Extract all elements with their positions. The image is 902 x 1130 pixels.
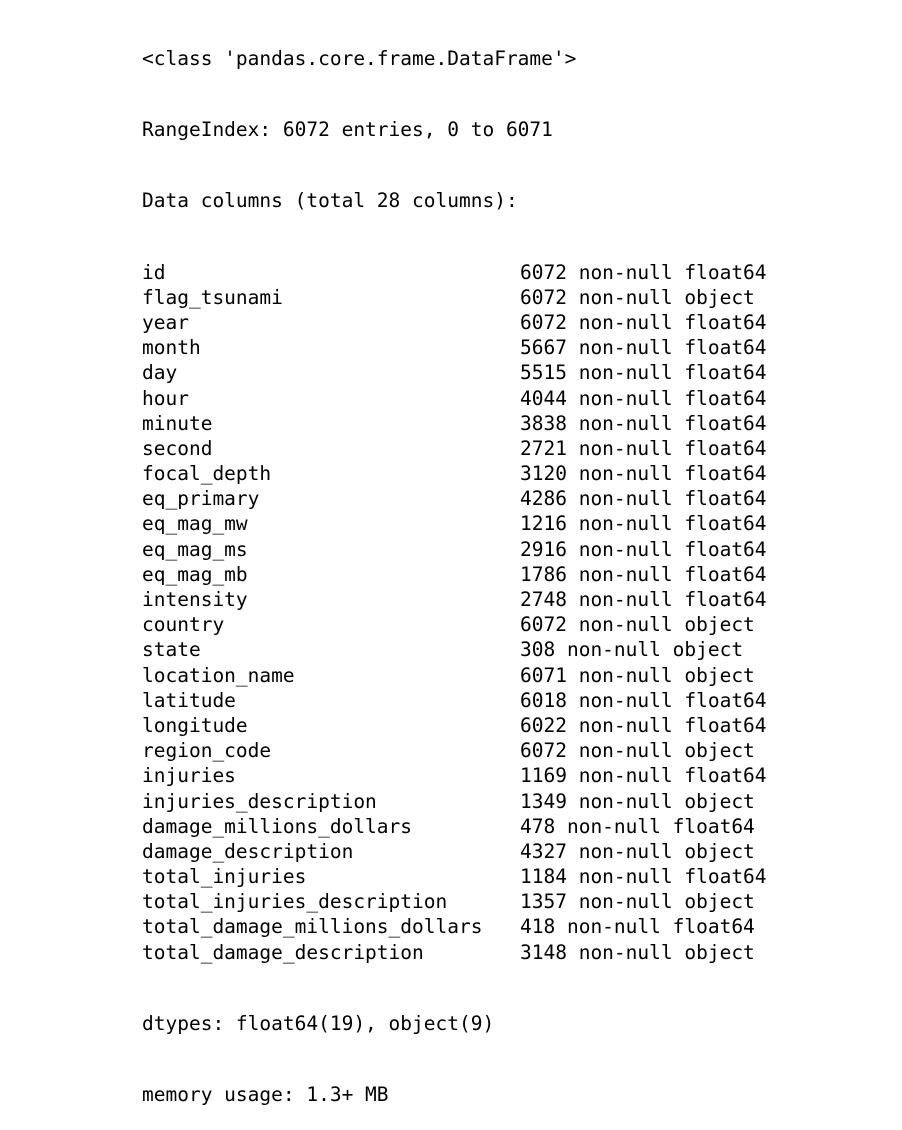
column-info: 6072 non-null object [520,739,755,763]
column-info: 3120 non-null float64 [520,462,767,486]
column-row: total_injuries 1184 non-null float64 [142,864,767,889]
column-info: 1786 non-null float64 [520,562,767,586]
column-name: flag_tsunami [142,285,283,309]
column-row: flag_tsunami 6072 non-null object [142,285,755,310]
column-info: 6018 non-null float64 [520,688,767,712]
column-row: total_damage_description 3148 non-null ob… [142,940,755,965]
column-name: eq_primary [142,487,260,511]
column-row: region_code 6072 non-null object [142,738,755,763]
column-info: 6072 non-null object [520,285,755,309]
column-info: 4286 non-null float64 [520,487,767,511]
column-info: 308 non-null object [520,638,744,662]
column-name: day [142,361,178,385]
column-info: 1357 non-null object [520,890,755,914]
column-name: eq_mag_mw [142,512,248,536]
column-name: total_damage_description [142,940,424,964]
column-name: minute [142,411,213,435]
column-row: id 6072 non-null float64 [142,260,767,285]
column-info: 4327 non-null object [520,839,755,863]
column-name: eq_mag_mb [142,562,248,586]
column-name: hour [142,386,189,410]
range-index-line: RangeIndex: 6072 entries, 0 to 6071 [142,118,553,142]
column-name: intensity [142,588,248,611]
column-name: damage_millions_dollars [142,814,413,838]
column-name: year [142,310,189,334]
column-row: longitude 6022 non-null float64 [142,713,767,738]
column-info: 1216 non-null float64 [520,512,767,536]
column-name: injuries_description [142,789,377,813]
column-info: 5515 non-null float64 [520,361,767,385]
column-row: month 5667 non-null float64 [142,335,767,360]
column-info: 6072 non-null object [520,613,755,637]
column-name: total_damage_millions_dollars [142,915,483,939]
column-info: 1169 non-null float64 [520,764,767,788]
column-list: id 6072 non-null float64 flag_tsunami 6072 … [142,260,767,965]
column-row: damage_description 4327 non-null object [142,839,755,864]
column-row: second 2721 non-null float64 [142,436,767,461]
column-info: 6022 non-null float64 [520,713,767,737]
column-row: focal_depth 3120 non-null float64 [142,461,767,486]
column-name: state [142,638,201,662]
column-row: total_damage_millions_dollars 418 non-nul… [142,914,755,939]
column-row: injuries 1169 non-null float64 [142,763,767,788]
dataframe-info-output: <class 'pandas.core.frame.DataFrame'> Ra… [142,0,767,1130]
column-info: 5667 non-null float64 [520,336,767,360]
column-info: 1184 non-null float64 [520,865,767,889]
column-info: 4044 non-null float64 [520,386,767,410]
column-info: 2721 non-null float64 [520,436,767,460]
column-row: location_name 6071 non-null object [142,663,755,688]
column-info: 418 non-null float64 [520,915,755,939]
column-name: focal_depth [142,462,272,486]
column-name: longitude [142,713,248,737]
column-row: eq_mag_mw 1216 non-null float64 [142,511,767,536]
column-info: 2748 non-null float64 [520,588,767,611]
column-name: damage_description [142,839,354,863]
column-info: 6072 non-null float64 [520,260,767,284]
column-name: total_injuries_description [142,890,448,914]
column-row: damage_millions_dollars 478 non-null floa… [142,814,755,839]
column-row: intensity 2748 non-null float64 [142,587,767,612]
column-row: total_injuries_description 1357 non-null … [142,889,755,914]
column-row: injuries_description 1349 non-null object [142,789,755,814]
column-row: eq_mag_ms 2916 non-null float64 [142,537,767,562]
class-line: <class 'pandas.core.frame.DataFrame'> [142,47,577,70]
column-info: 1349 non-null object [520,789,755,813]
column-name: id [142,260,166,284]
column-name: region_code [142,739,272,763]
column-name: eq_mag_ms [142,537,248,561]
column-row: latitude 6018 non-null float64 [142,688,767,713]
memory-usage-line: memory usage: 1.3+ MB [142,1083,389,1106]
column-name: latitude [142,688,236,712]
column-row: eq_primary 4286 non-null float64 [142,486,767,511]
column-row: hour 4044 non-null float64 [142,386,767,411]
column-row: eq_mag_mb 1786 non-null float64 [142,562,767,587]
column-row: state 308 non-null object [142,637,743,662]
column-name: country [142,613,225,637]
data-columns-line: Data columns (total 28 columns): [142,189,518,213]
column-name: month [142,336,201,360]
dtypes-line: dtypes: float64(19), object(9) [142,1011,495,1035]
column-info: 6072 non-null float64 [520,310,767,334]
column-name: location_name [142,663,295,687]
column-row: minute 3838 non-null float64 [142,411,767,436]
column-row: year 6072 non-null float64 [142,310,767,335]
column-info: 3148 non-null object [520,940,755,964]
column-row: country 6072 non-null object [142,612,755,637]
column-name: injuries [142,764,236,788]
column-info: 3838 non-null float64 [520,411,767,435]
column-info: 2916 non-null float64 [520,537,767,561]
column-name: total_injuries [142,865,307,889]
column-name: second [142,436,213,460]
column-info: 478 non-null float64 [520,814,755,838]
column-info: 6071 non-null object [520,663,755,687]
column-row: day 5515 non-null float64 [142,360,767,385]
